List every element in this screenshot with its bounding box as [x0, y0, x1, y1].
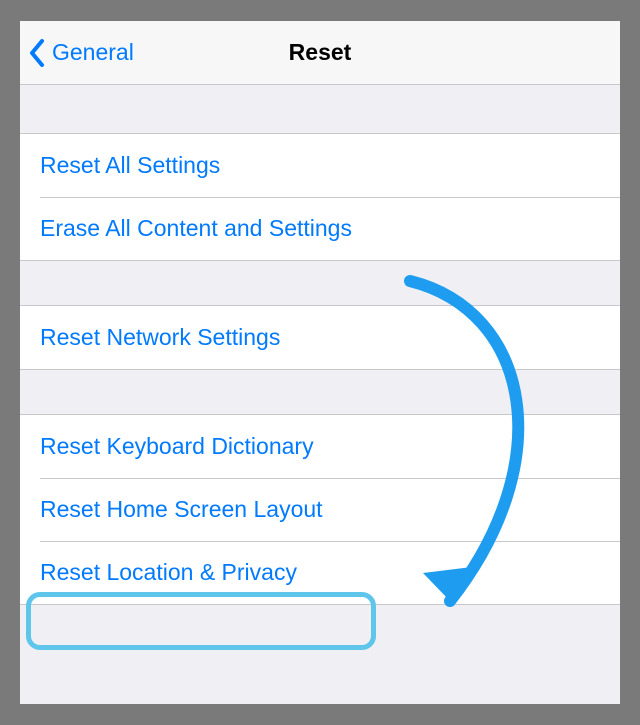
reset-home-screen-layout-row[interactable]: Reset Home Screen Layout — [20, 478, 620, 541]
row-label: Erase All Content and Settings — [40, 215, 352, 242]
back-label: General — [52, 39, 134, 66]
settings-group: Reset Network Settings — [20, 305, 620, 370]
reset-keyboard-dictionary-row[interactable]: Reset Keyboard Dictionary — [20, 415, 620, 478]
group-spacer — [20, 261, 620, 305]
reset-location-privacy-row[interactable]: Reset Location & Privacy — [20, 541, 620, 604]
group-spacer — [20, 370, 620, 414]
settings-screen: General Reset Reset All Settings Erase A… — [20, 21, 620, 704]
reset-network-settings-row[interactable]: Reset Network Settings — [20, 306, 620, 369]
row-label: Reset All Settings — [40, 152, 220, 179]
chevron-left-icon — [28, 38, 48, 68]
row-label: Reset Keyboard Dictionary — [40, 433, 314, 460]
navbar: General Reset — [20, 21, 620, 85]
reset-all-settings-row[interactable]: Reset All Settings — [20, 134, 620, 197]
erase-all-content-row[interactable]: Erase All Content and Settings — [20, 197, 620, 260]
settings-group: Reset All Settings Erase All Content and… — [20, 133, 620, 261]
row-label: Reset Home Screen Layout — [40, 496, 323, 523]
group-spacer — [20, 85, 620, 133]
row-label: Reset Location & Privacy — [40, 559, 297, 586]
back-button[interactable]: General — [20, 38, 134, 68]
row-label: Reset Network Settings — [40, 324, 280, 351]
content: Reset All Settings Erase All Content and… — [20, 85, 620, 605]
settings-group: Reset Keyboard Dictionary Reset Home Scr… — [20, 414, 620, 605]
